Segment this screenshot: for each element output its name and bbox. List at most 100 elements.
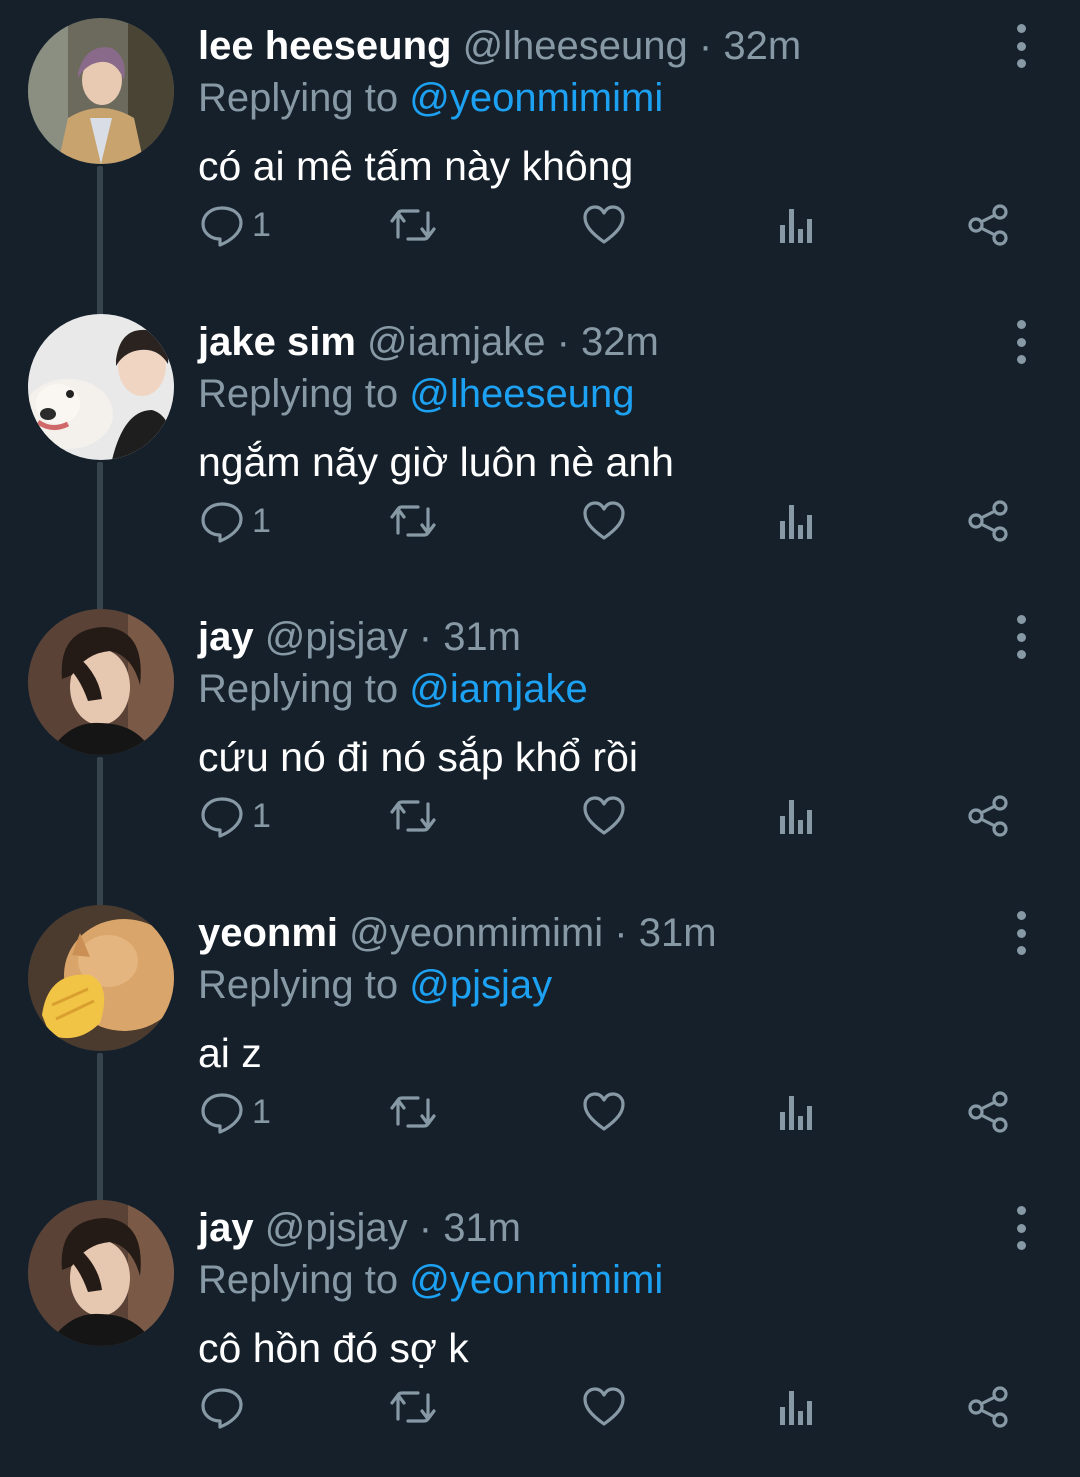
thread-line <box>97 757 103 907</box>
retweet-button[interactable] <box>388 791 438 841</box>
retweet-button[interactable] <box>388 496 438 546</box>
share-icon <box>968 795 1008 837</box>
tweet[interactable]: jake sim @iamjake · 32m Replying to @lhe… <box>0 296 1080 612</box>
analytics-icon <box>780 1096 812 1130</box>
analytics-button[interactable] <box>778 1087 816 1137</box>
like-icon <box>583 205 625 244</box>
more-options-icon[interactable] <box>1005 320 1037 364</box>
mention-link[interactable]: @lheeseung <box>409 372 634 416</box>
display-name[interactable]: yeonmi <box>198 911 338 955</box>
avatar[interactable] <box>28 1200 174 1346</box>
replying-to-label: Replying to <box>198 1258 399 1302</box>
display-name[interactable]: jake sim <box>198 320 356 364</box>
reply-icon <box>201 502 243 543</box>
timestamp[interactable]: 32m <box>581 320 659 364</box>
reply-button[interactable]: 1 <box>200 1087 271 1137</box>
tweet-text: ngắm nãy giờ luôn nè anh <box>198 439 674 485</box>
thread-line <box>97 462 103 612</box>
user-handle[interactable]: @pjsjay <box>265 615 408 659</box>
like-icon <box>583 1092 625 1131</box>
more-options-icon[interactable] <box>1005 615 1037 659</box>
replying-to-label: Replying to <box>198 372 399 416</box>
retweet-button[interactable] <box>388 1382 438 1432</box>
share-button[interactable] <box>966 200 1010 250</box>
retweet-icon <box>390 1096 436 1128</box>
retweet-button[interactable] <box>388 200 438 250</box>
separator-dot: · <box>614 911 628 955</box>
replying-to-label: Replying to <box>198 963 399 1007</box>
share-button[interactable] <box>966 1087 1010 1137</box>
timestamp[interactable]: 31m <box>639 911 717 955</box>
like-icon <box>583 1387 625 1426</box>
share-icon <box>968 204 1008 246</box>
share-button[interactable] <box>966 496 1010 546</box>
tweet-header: yeonmi @yeonmimimi · 31m <box>198 907 717 959</box>
replying-to-label: Replying to <box>198 667 399 711</box>
separator-dot: · <box>418 615 433 659</box>
share-button[interactable] <box>966 791 1010 841</box>
like-button[interactable] <box>582 791 626 841</box>
separator-dot: · <box>418 1206 433 1250</box>
mention-link[interactable]: @yeonmimimi <box>409 1258 663 1302</box>
tweet[interactable]: lee heeseung @lheeseung · 32m Replying t… <box>0 0 1080 316</box>
reply-button[interactable] <box>200 1382 252 1432</box>
replying-to: Replying to @lheeseung <box>198 368 634 420</box>
more-options-icon[interactable] <box>1005 24 1037 68</box>
user-handle[interactable]: @pjsjay <box>265 1206 408 1250</box>
more-options-icon[interactable] <box>1005 911 1037 955</box>
mention-link[interactable]: @yeonmimimi <box>409 76 663 120</box>
reply-count: 1 <box>252 501 271 540</box>
thread-line <box>97 1053 103 1203</box>
share-button[interactable] <box>966 1382 1010 1432</box>
more-options-icon[interactable] <box>1005 1206 1037 1250</box>
tweet-header: lee heeseung @lheeseung · 32m <box>198 20 801 72</box>
tweet[interactable]: jay @pjsjay · 31m Replying to @yeonmimim… <box>0 1182 1080 1477</box>
share-icon <box>968 500 1008 542</box>
analytics-icon <box>780 1391 812 1425</box>
like-icon <box>583 796 625 835</box>
thread-line <box>97 166 103 316</box>
analytics-button[interactable] <box>778 1382 816 1432</box>
like-button[interactable] <box>582 200 626 250</box>
separator-dot: · <box>698 24 713 68</box>
display-name[interactable]: jay <box>198 615 254 659</box>
replying-to-label: Replying to <box>198 76 399 120</box>
avatar[interactable] <box>28 609 174 755</box>
replying-to: Replying to @iamjake <box>198 663 588 715</box>
analytics-icon <box>780 209 812 243</box>
like-button[interactable] <box>582 1087 626 1137</box>
timestamp[interactable]: 32m <box>723 24 801 68</box>
display-name[interactable]: lee heeseung <box>198 24 451 68</box>
analytics-button[interactable] <box>778 200 816 250</box>
retweet-icon <box>390 800 436 832</box>
avatar[interactable] <box>28 905 174 1051</box>
tweet[interactable]: yeonmi @yeonmimimi · 31m Replying to @pj… <box>0 887 1080 1203</box>
replying-to: Replying to @pjsjay <box>198 959 552 1011</box>
share-icon <box>968 1091 1008 1133</box>
tweet-text: cô hồn đó sợ k <box>198 1325 469 1371</box>
reply-button[interactable]: 1 <box>200 496 271 546</box>
user-handle[interactable]: @iamjake <box>367 320 545 364</box>
avatar[interactable] <box>28 314 174 460</box>
user-handle[interactable]: @lheeseung <box>463 24 688 68</box>
display-name[interactable]: jay <box>198 1206 254 1250</box>
avatar[interactable] <box>28 18 174 164</box>
tweet[interactable]: jay @pjsjay · 31m Replying to @iamjake c… <box>0 591 1080 907</box>
user-handle[interactable]: @yeonmimimi <box>349 911 603 955</box>
analytics-button[interactable] <box>778 791 816 841</box>
analytics-icon <box>780 800 812 834</box>
like-button[interactable] <box>582 496 626 546</box>
like-button[interactable] <box>582 1382 626 1432</box>
mention-link[interactable]: @iamjake <box>409 667 587 711</box>
tweet-text: ai z <box>198 1030 262 1076</box>
analytics-button[interactable] <box>778 496 816 546</box>
retweet-button[interactable] <box>388 1087 438 1137</box>
replying-to: Replying to @yeonmimimi <box>198 1254 663 1306</box>
tweet-header: jay @pjsjay · 31m <box>198 1202 521 1254</box>
reply-button[interactable]: 1 <box>200 791 271 841</box>
mention-link[interactable]: @pjsjay <box>409 963 552 1007</box>
timestamp[interactable]: 31m <box>443 1206 521 1250</box>
reply-button[interactable]: 1 <box>200 200 271 250</box>
timestamp[interactable]: 31m <box>443 615 521 659</box>
reply-icon <box>201 206 243 247</box>
